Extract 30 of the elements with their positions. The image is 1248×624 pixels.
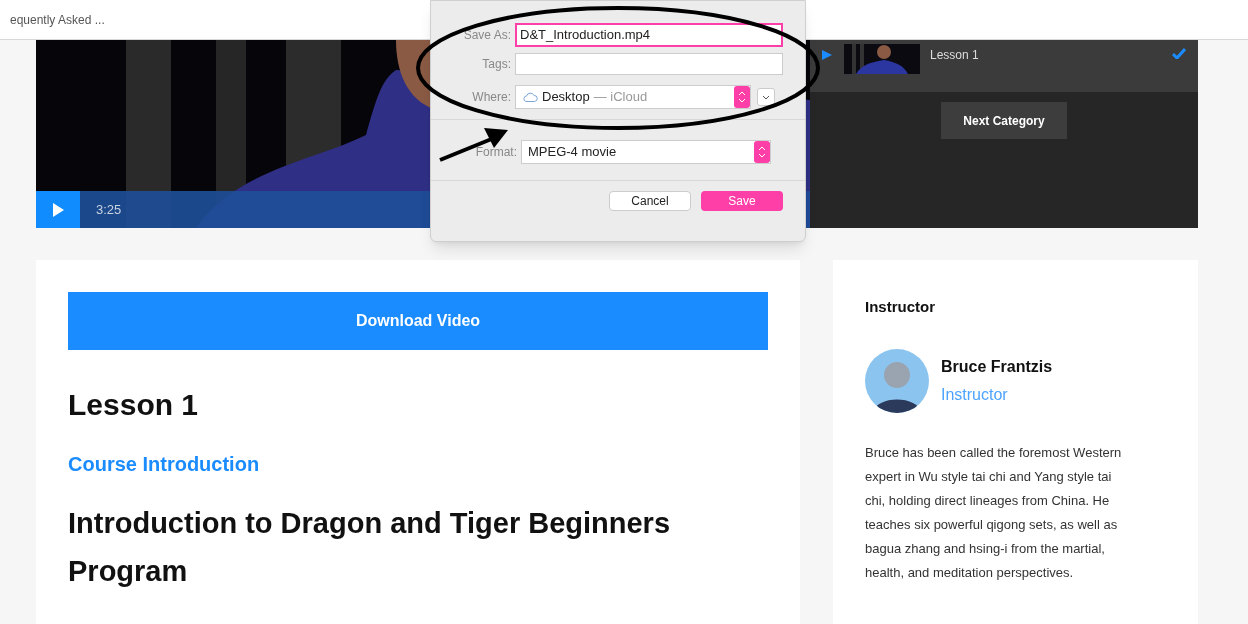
stepper-icon	[754, 141, 770, 163]
instructor-bio: Bruce has been called the foremost Western expert in Wu style tai chi and Yang style tai chi, holding direct lineages from China. He teaches six powerful qigong sets, as well as bagua zhang and hsing-i from the martial, health, and meditation perspectives.	[865, 443, 1123, 582]
instructor-role: Instructor	[941, 384, 1009, 405]
filename-field[interactable]: D&T_Introduction.mp4	[515, 23, 783, 47]
field-label: Save As:	[463, 27, 511, 44]
field-label: Format:	[475, 144, 517, 161]
chevron-down-icon	[762, 94, 770, 100]
lesson-heading: Lesson 1	[68, 387, 200, 423]
field-label: Tags:	[482, 56, 511, 73]
cloud-icon	[522, 92, 538, 102]
instructor-name: Bruce Frantzis	[941, 356, 1053, 377]
play-icon	[52, 202, 64, 217]
tags-field[interactable]	[515, 53, 783, 75]
location-value: Desktop	[542, 88, 590, 107]
breadcrumb-text: equently Asked ...	[10, 11, 105, 29]
lesson-title: Introduction to Dragon and Tiger Beginners Program	[68, 506, 672, 589]
format-dropdown[interactable]: MPEG-4 movie	[521, 140, 771, 164]
stepper-icon	[734, 86, 750, 108]
next-category-button[interactable]: Next Category	[941, 102, 1067, 139]
play-button[interactable]	[36, 191, 80, 228]
playlist-item[interactable]: Lesson 1	[810, 40, 1198, 92]
video-time: 3:25	[96, 200, 122, 219]
location-dropdown[interactable]: Desktop — iCloud	[515, 85, 751, 109]
expand-button[interactable]	[757, 88, 775, 106]
cancel-button[interactable]: Cancel	[609, 191, 691, 211]
play-icon	[822, 50, 832, 60]
field-label: Where:	[472, 89, 511, 106]
instructor-heading: Instructor	[865, 297, 936, 317]
location-detail: — iCloud	[593, 88, 648, 107]
lesson-title: Lesson 1	[930, 47, 979, 64]
